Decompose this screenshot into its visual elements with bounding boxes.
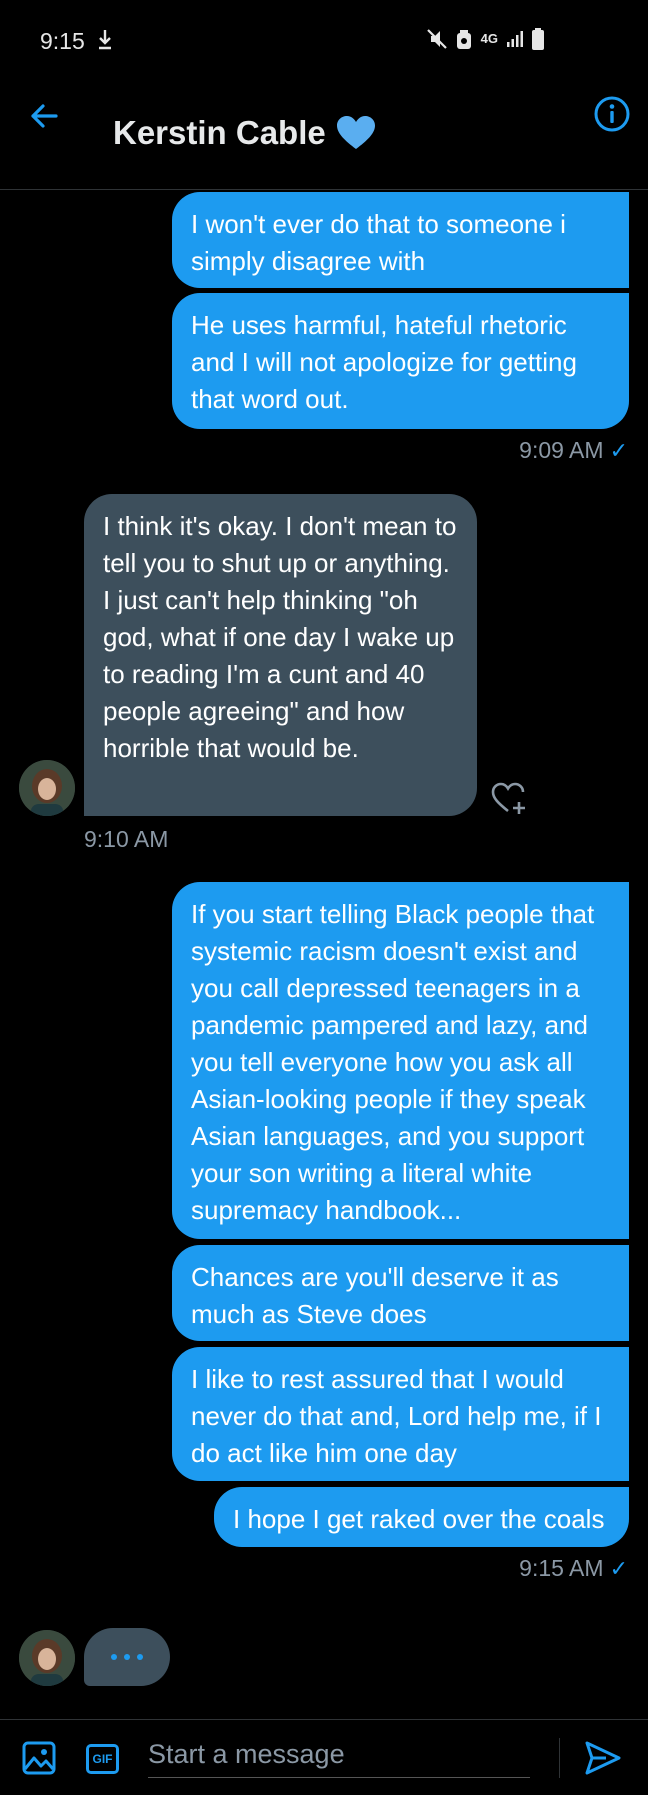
divider [559,1738,560,1778]
mute-icon [426,29,447,49]
alarm-icon [456,30,471,49]
conversation-header: Kerstin Cable [0,80,648,190]
heart-plus-icon[interactable] [490,780,528,816]
outgoing-message[interactable]: I won't ever do that to someone i simply… [172,192,629,288]
typing-dot [124,1654,130,1660]
battery-icon [532,28,544,50]
typing-dot [111,1654,117,1660]
image-icon[interactable] [22,1741,56,1775]
signal-icon [507,31,523,47]
avatar[interactable] [19,760,75,816]
incoming-message[interactable]: I think it's okay. I don't mean to tell … [84,494,477,816]
gif-button[interactable]: GIF [86,1744,119,1774]
sent-check-icon: ✓ [609,1556,628,1581]
contact-name: Kerstin Cable [113,114,326,151]
outgoing-message[interactable]: If you start telling Black people that s… [172,882,629,1239]
typing-dot [137,1654,143,1660]
network-label: 4G [480,31,498,46]
typing-indicator [84,1628,170,1686]
message-composer: GIF [0,1719,648,1795]
info-icon[interactable] [592,94,632,134]
message-timestamp: 9:10 AM [84,826,169,852]
status-bar: 9:15 4G [0,0,648,80]
outgoing-message[interactable]: I like to rest assured that I would neve… [172,1347,629,1481]
message-timestamp: 9:09 AM ✓ [519,437,628,463]
outgoing-message[interactable]: He uses harmful, hateful rhetoric and I … [172,293,629,429]
conversation-title[interactable]: Kerstin Cable [113,114,376,152]
status-time: 9:15 [40,28,85,54]
message-timestamp: 9:15 AM ✓ [519,1555,628,1581]
avatar[interactable] [19,1630,75,1686]
outgoing-message[interactable]: I hope I get raked over the coals [214,1487,629,1547]
sent-check-icon: ✓ [609,438,628,463]
status-icons: 4G [426,28,544,50]
blue-heart-icon [336,116,375,149]
send-icon[interactable] [584,1740,622,1776]
download-icon [99,30,111,50]
outgoing-message[interactable]: Chances are you'll deserve it as much as… [172,1245,629,1341]
message-input[interactable] [148,1732,530,1778]
back-arrow-icon[interactable] [26,98,62,134]
